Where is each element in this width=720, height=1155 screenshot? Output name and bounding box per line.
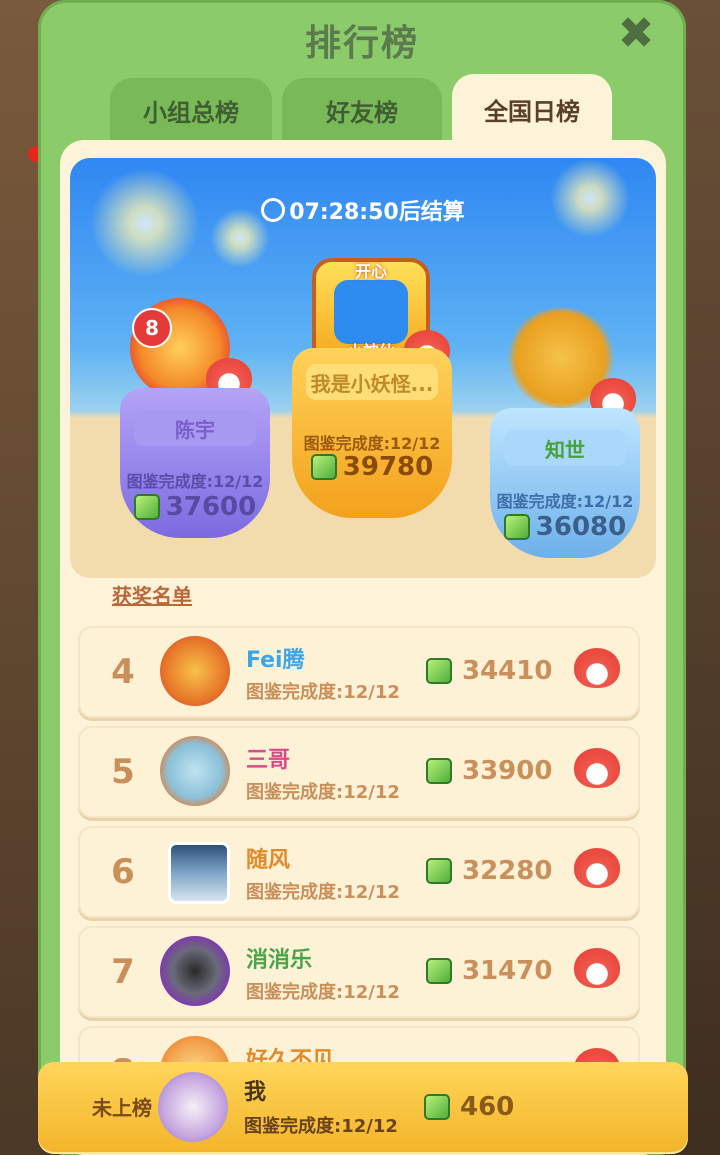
gem-icon	[426, 858, 452, 884]
third-place-progress: 图鉴完成度:12/12	[496, 492, 634, 511]
close-icon[interactable]: ✖	[614, 12, 658, 56]
podium-area: 07:28:50后结算 8 陈宇 图鉴完成度:12/12 37600 开心 小	[70, 158, 656, 578]
table-row[interactable]: 7 消消乐 图鉴完成度:12/12 31470	[78, 926, 640, 1018]
player-progress: 图鉴完成度:12/12	[246, 782, 400, 803]
gem-icon	[503, 514, 530, 540]
rank-number: 4	[111, 652, 135, 692]
first-place-name: 我是小妖怪...	[306, 364, 438, 400]
third-place-score: 36080	[490, 512, 640, 542]
tab-group-total[interactable]: 小组总榜	[110, 78, 272, 142]
gem-icon	[426, 758, 452, 784]
page-title: 排行榜	[304, 23, 419, 64]
third-place-name: 知世	[504, 430, 626, 466]
table-row[interactable]: 4 Fei腾 图鉴完成度:12/12 34410	[78, 626, 640, 718]
player-name: Fei腾	[246, 648, 305, 673]
player-name: 随风	[246, 848, 291, 873]
player-name: 消消乐	[246, 948, 313, 973]
avatar[interactable]	[160, 736, 230, 806]
timer-text: 07:28:50后结算	[289, 200, 465, 225]
avatar-frame-text: 开心	[354, 262, 387, 281]
leaderboard-panel: 排行榜 ✖ 小组总榜 好友榜 全国日榜 07:28:50后结算 8 陈宇 图鉴完…	[38, 0, 686, 1155]
player-progress: 图鉴完成度:12/12	[246, 982, 400, 1003]
gem-icon	[310, 454, 337, 480]
second-place-score: 37600	[120, 492, 270, 522]
third-place-shield: 知世 图鉴完成度:12/12 36080	[490, 408, 640, 558]
fox-mascot-icon	[574, 848, 620, 888]
player-score: 33900	[426, 756, 552, 786]
gem-icon	[424, 1094, 450, 1120]
gem-icon	[426, 958, 452, 984]
my-avatar[interactable]	[158, 1072, 228, 1142]
level-badge: 8	[132, 308, 172, 348]
avatar[interactable]	[160, 636, 230, 706]
player-progress: 图鉴完成度:12/12	[246, 682, 400, 703]
table-row[interactable]: 5 三哥 图鉴完成度:12/12 33900	[78, 726, 640, 818]
leaderboard-content: 07:28:50后结算 8 陈宇 图鉴完成度:12/12 37600 开心 小	[60, 140, 666, 1155]
second-place-name: 陈宇	[134, 410, 256, 446]
rank-number: 6	[111, 852, 135, 892]
first-place-shield: 我是小妖怪... 图鉴完成度:12/12 39780	[292, 348, 452, 518]
elephant-avatar-icon	[334, 280, 408, 344]
rank-number: 7	[111, 952, 135, 992]
clock-icon	[261, 198, 286, 222]
player-progress: 图鉴完成度:12/12	[246, 882, 400, 903]
my-score: 460	[424, 1092, 514, 1122]
tab-national-daily[interactable]: 全国日榜	[452, 74, 612, 144]
my-name: 我	[244, 1080, 267, 1105]
my-progress: 图鉴完成度:12/12	[244, 1116, 398, 1137]
player-score: 31470	[426, 956, 552, 986]
tab-friends[interactable]: 好友榜	[282, 78, 442, 142]
winners-list-link[interactable]: 获奖名单	[112, 580, 192, 609]
avatar[interactable]	[160, 936, 230, 1006]
not-ranked-label: 未上榜	[92, 1096, 152, 1120]
fox-mascot-icon	[574, 948, 620, 988]
player-name: 三哥	[246, 748, 291, 773]
rank-number: 5	[111, 752, 135, 792]
second-place-shield: 陈宇 图鉴完成度:12/12 37600	[120, 388, 270, 538]
fox-mascot-icon	[574, 748, 620, 788]
fox-mascot-icon	[574, 648, 620, 688]
gem-icon	[426, 658, 452, 684]
table-row[interactable]: 6 随风 图鉴完成度:12/12 32280	[78, 826, 640, 918]
settlement-timer: 07:28:50后结算	[70, 194, 656, 226]
second-place-progress: 图鉴完成度:12/12	[126, 472, 264, 491]
player-score: 34410	[426, 656, 552, 686]
gem-icon	[133, 494, 160, 520]
avatar[interactable]	[168, 842, 230, 904]
first-place-progress: 图鉴完成度:12/12	[303, 434, 441, 453]
player-score: 32280	[426, 856, 552, 886]
my-rank-bar[interactable]: 未上榜 我 图鉴完成度:12/12 460	[38, 1062, 688, 1154]
first-place-score: 39780	[292, 452, 452, 482]
